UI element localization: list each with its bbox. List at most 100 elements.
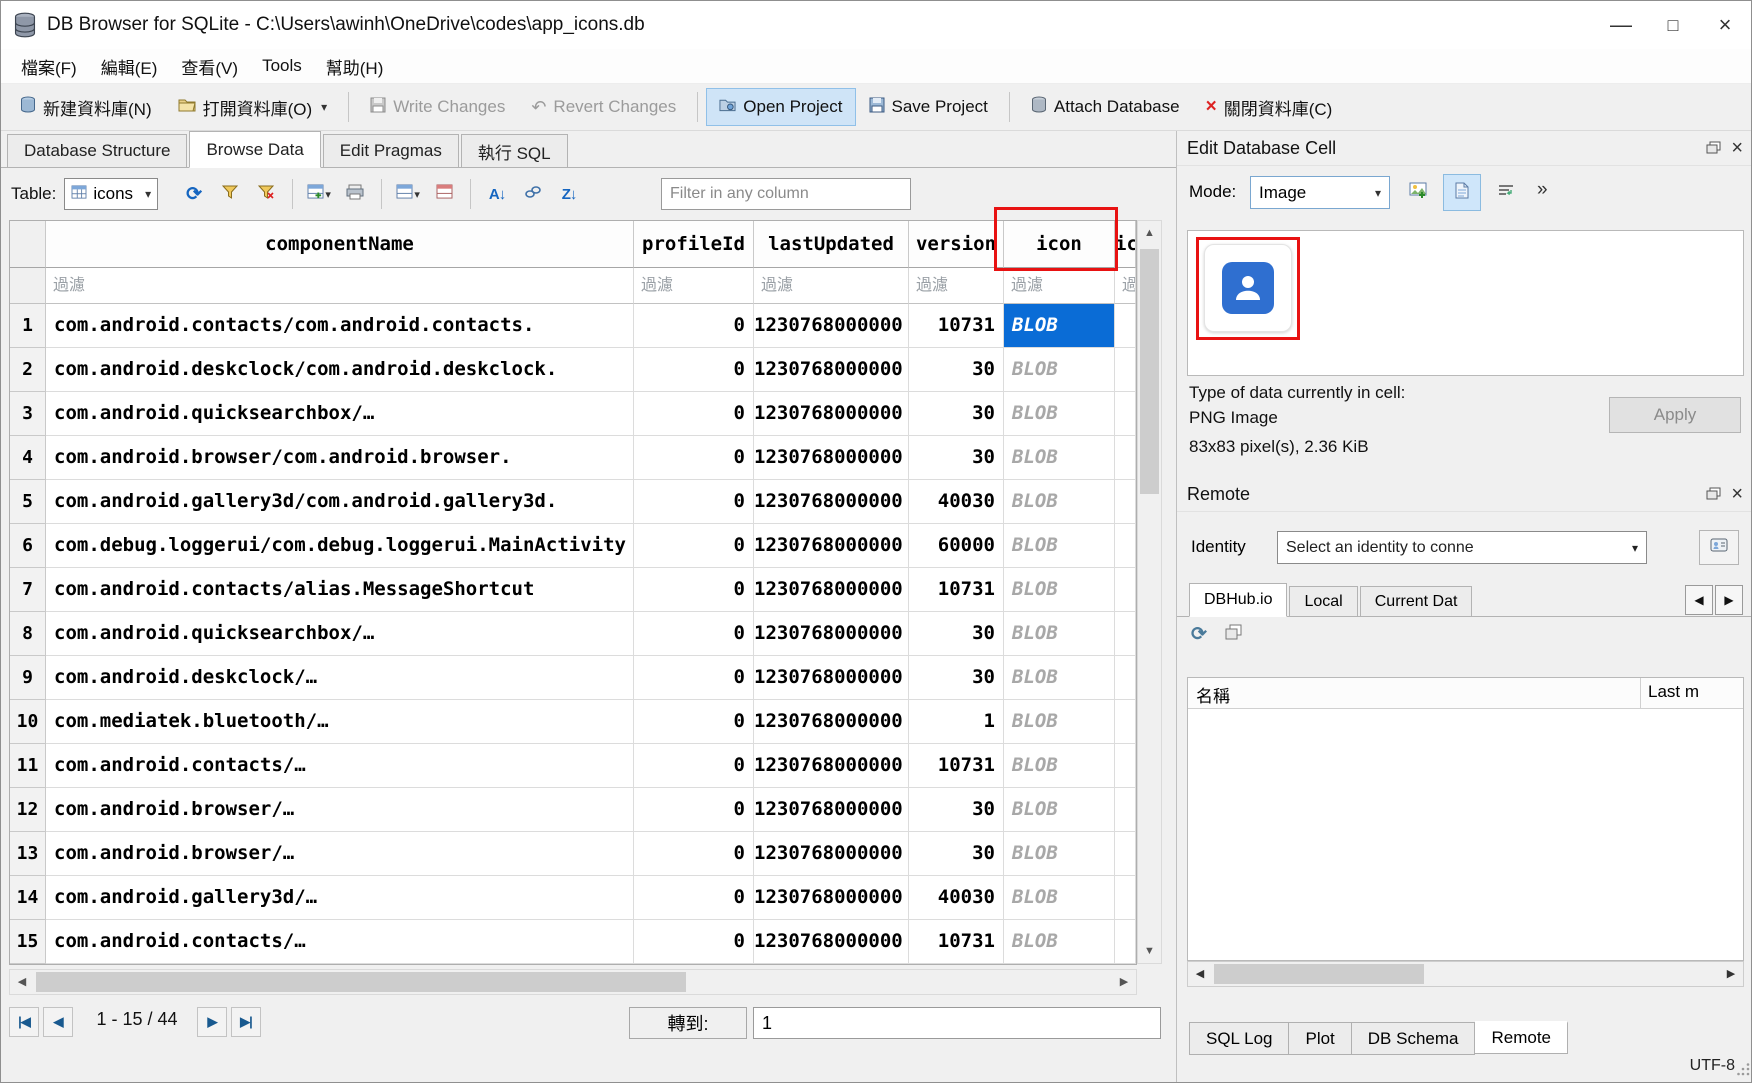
cell-partial[interactable] bbox=[1115, 304, 1136, 348]
cell-version[interactable]: 1 bbox=[909, 700, 1004, 744]
encoding-status[interactable]: UTF-8 bbox=[1690, 1057, 1735, 1075]
clone-database-icon[interactable] bbox=[1225, 624, 1242, 645]
tab-browse-data[interactable]: Browse Data bbox=[189, 131, 320, 168]
save-record-dropdown-icon[interactable]: ▾ bbox=[414, 188, 420, 201]
cell-componentName[interactable]: com.mediatek.bluetooth/… bbox=[46, 700, 634, 744]
cell-lastUpdated[interactable]: 1230768000000 bbox=[754, 612, 909, 656]
write-changes-button[interactable]: Write Changes bbox=[357, 88, 518, 126]
cell-profileId[interactable]: 0 bbox=[634, 348, 754, 392]
cell-profileId[interactable]: 0 bbox=[634, 392, 754, 436]
remote-refresh-icon[interactable]: ⟳ bbox=[1191, 623, 1207, 646]
clear-filter-button[interactable] bbox=[249, 178, 283, 210]
tab-database-structure[interactable]: Database Structure bbox=[7, 134, 187, 167]
remote-tabs-scroll-left-icon[interactable]: ◀ bbox=[1685, 585, 1713, 615]
scroll-up-icon[interactable]: ▲ bbox=[1138, 221, 1161, 245]
filter-cell-profile[interactable]: 過濾 bbox=[634, 268, 754, 304]
insert-record-dropdown-icon[interactable]: ▾ bbox=[325, 188, 331, 201]
cell-profileId[interactable]: 0 bbox=[634, 480, 754, 524]
open-database-button[interactable]: 打開資料庫(O) ▾ bbox=[165, 88, 341, 126]
cell-profileId[interactable]: 0 bbox=[634, 832, 754, 876]
cell-lastUpdated[interactable]: 1230768000000 bbox=[754, 876, 909, 920]
remote-scroll-thumb[interactable] bbox=[1214, 964, 1424, 984]
cell-lastUpdated[interactable]: 1230768000000 bbox=[754, 480, 909, 524]
goto-record-input[interactable] bbox=[753, 1007, 1161, 1039]
vertical-scroll-thumb[interactable] bbox=[1140, 249, 1159, 494]
cell-componentName[interactable]: com.android.contacts/… bbox=[46, 744, 634, 788]
cell-componentName[interactable]: com.android.contacts/… bbox=[46, 920, 634, 964]
filter-cell-name[interactable]: 過濾 bbox=[46, 268, 634, 304]
cell-icon-blob[interactable]: BLOB bbox=[1004, 480, 1115, 524]
cell-icon-blob[interactable]: BLOB bbox=[1004, 832, 1115, 876]
remote-tab-local[interactable]: Local bbox=[1289, 586, 1357, 616]
cell-icon-blob[interactable]: BLOB bbox=[1004, 656, 1115, 700]
cell-lastUpdated[interactable]: 1230768000000 bbox=[754, 744, 909, 788]
cell-icon-blob[interactable]: BLOB bbox=[1004, 392, 1115, 436]
scroll-right-icon[interactable]: ▶ bbox=[1719, 962, 1743, 986]
cell-version[interactable]: 60000 bbox=[909, 524, 1004, 568]
delete-record-button[interactable] bbox=[427, 178, 461, 210]
cell-partial[interactable] bbox=[1115, 524, 1136, 568]
cell-componentName[interactable]: com.android.gallery3d/… bbox=[46, 876, 634, 920]
cell-lastUpdated[interactable]: 1230768000000 bbox=[754, 788, 909, 832]
remote-list-scrollbar[interactable]: ◀ ▶ bbox=[1187, 961, 1744, 987]
sort-descending-button[interactable]: Z↓ bbox=[552, 178, 586, 210]
cell-version[interactable]: 30 bbox=[909, 612, 1004, 656]
cell-version[interactable]: 30 bbox=[909, 832, 1004, 876]
cell-version[interactable]: 30 bbox=[909, 436, 1004, 480]
table-select[interactable]: icons ▾ bbox=[64, 178, 158, 210]
overflow-chevron-icon[interactable]: » bbox=[1537, 179, 1548, 201]
cell-icon-blob[interactable]: BLOB bbox=[1004, 700, 1115, 744]
goto-button[interactable]: 轉到: bbox=[629, 1007, 747, 1039]
cell-profileId[interactable]: 0 bbox=[634, 744, 754, 788]
cell-componentName[interactable]: com.android.deskclock/com.android.deskcl… bbox=[46, 348, 634, 392]
grid-vertical-scrollbar[interactable]: ▲ ▼ bbox=[1137, 220, 1162, 964]
dock-tab-remote[interactable]: Remote bbox=[1475, 1021, 1568, 1054]
insert-record-button[interactable]: ▾ bbox=[302, 178, 336, 210]
cell-lastUpdated[interactable]: 1230768000000 bbox=[754, 700, 909, 744]
text-mode-button[interactable] bbox=[1443, 174, 1481, 211]
cell-version[interactable]: 30 bbox=[909, 348, 1004, 392]
open-in-external-button[interactable] bbox=[516, 178, 550, 210]
cell-profileId[interactable]: 0 bbox=[634, 436, 754, 480]
scroll-right-icon[interactable]: ▶ bbox=[1112, 970, 1136, 994]
cell-profileId[interactable]: 0 bbox=[634, 788, 754, 832]
cell-lastUpdated[interactable]: 1230768000000 bbox=[754, 920, 909, 964]
cell-partial[interactable] bbox=[1115, 832, 1136, 876]
close-button[interactable]: × bbox=[1699, 1, 1751, 49]
filter-cell-extra[interactable]: 過濾 bbox=[1115, 268, 1136, 304]
cell-partial[interactable] bbox=[1115, 920, 1136, 964]
cell-profileId[interactable]: 0 bbox=[634, 304, 754, 348]
menu-view[interactable]: 查看(V) bbox=[169, 49, 250, 83]
menu-tools[interactable]: Tools bbox=[250, 49, 314, 83]
cell-icon-blob[interactable]: BLOB bbox=[1004, 788, 1115, 832]
cell-partial[interactable] bbox=[1115, 788, 1136, 832]
remote-tabs-scroll-right-icon[interactable]: ▶ bbox=[1715, 585, 1743, 615]
minimize-button[interactable]: — bbox=[1595, 1, 1647, 49]
cell-componentName[interactable]: com.android.deskclock/… bbox=[46, 656, 634, 700]
cell-version[interactable]: 30 bbox=[909, 788, 1004, 832]
cell-partial[interactable] bbox=[1115, 744, 1136, 788]
cell-partial[interactable] bbox=[1115, 436, 1136, 480]
cell-icon-blob[interactable]: BLOB bbox=[1004, 920, 1115, 964]
previous-page-button[interactable]: ◀ bbox=[43, 1007, 73, 1037]
cell-partial[interactable] bbox=[1115, 612, 1136, 656]
cell-icon-blob[interactable]: BLOB bbox=[1004, 348, 1115, 392]
word-wrap-button[interactable] bbox=[1487, 174, 1525, 211]
float-panel-icon[interactable] bbox=[1706, 484, 1721, 505]
first-page-button[interactable]: |◀ bbox=[9, 1007, 39, 1037]
cell-partial[interactable] bbox=[1115, 700, 1136, 744]
cell-lastUpdated[interactable]: 1230768000000 bbox=[754, 348, 909, 392]
cell-lastUpdated[interactable]: 1230768000000 bbox=[754, 304, 909, 348]
cell-componentName[interactable]: com.android.gallery3d/com.android.galler… bbox=[46, 480, 634, 524]
scroll-left-icon[interactable]: ◀ bbox=[10, 970, 34, 994]
cell-partial[interactable] bbox=[1115, 480, 1136, 524]
tab-execute-sql[interactable]: 執行 SQL bbox=[461, 134, 568, 167]
tab-edit-pragmas[interactable]: Edit Pragmas bbox=[323, 134, 459, 167]
remote-list-name-column[interactable]: 名稱 bbox=[1196, 682, 1230, 707]
cell-profileId[interactable]: 0 bbox=[634, 568, 754, 612]
print-button[interactable] bbox=[338, 178, 372, 210]
apply-button[interactable]: Apply bbox=[1609, 397, 1741, 433]
cell-profileId[interactable]: 0 bbox=[634, 524, 754, 568]
cell-version[interactable]: 10731 bbox=[909, 744, 1004, 788]
filter-cell-version[interactable]: 過濾 bbox=[909, 268, 1004, 304]
